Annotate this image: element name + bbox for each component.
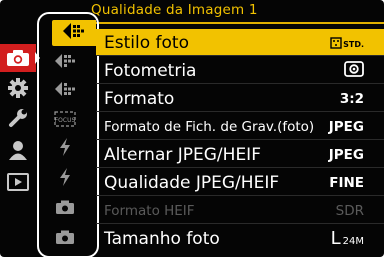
tab-image-quality-1[interactable] bbox=[52, 20, 96, 46]
wrench-icon bbox=[7, 107, 29, 129]
playback-icon bbox=[7, 173, 29, 191]
image-quality-1-icon bbox=[61, 22, 87, 44]
category-setup[interactable] bbox=[0, 104, 36, 132]
category-bar bbox=[0, 44, 40, 214]
menu-item-jpeg-heif-switch[interactable]: Alternar JPEG/HEIF JPEG bbox=[96, 141, 384, 168]
category-custom[interactable] bbox=[0, 74, 36, 102]
category-playback[interactable] bbox=[0, 168, 36, 196]
tab-camera-2[interactable] bbox=[40, 226, 90, 252]
row-separator bbox=[96, 111, 384, 112]
user-icon bbox=[7, 139, 29, 161]
metering-icon bbox=[344, 60, 364, 81]
header-divider bbox=[86, 22, 384, 24]
camera-1-icon bbox=[55, 199, 75, 219]
gear-icon bbox=[7, 77, 29, 99]
camera-menu-screen: Qualidade da Imagem 1 FOCUS Estilo foto … bbox=[0, 0, 384, 257]
menu-item-metering[interactable]: Fotometria bbox=[96, 57, 384, 84]
tab-image-quality-3[interactable] bbox=[40, 78, 90, 104]
image-quality-2-icon bbox=[53, 53, 77, 73]
menu-item-photo-style[interactable]: Estilo foto STD. bbox=[96, 29, 384, 56]
picture-size-value: L 24M bbox=[331, 228, 364, 249]
tab-flash-2[interactable] bbox=[40, 166, 90, 192]
menu-item-value: JPEG bbox=[328, 146, 364, 163]
menu-item-label: Tamanho foto bbox=[104, 228, 220, 249]
menu-item-value: SDR bbox=[335, 202, 364, 219]
image-quality-3-icon bbox=[53, 81, 77, 101]
category-my-menu[interactable] bbox=[0, 136, 36, 164]
focus-tab-label: FOCUS bbox=[55, 117, 76, 124]
tab-camera-1[interactable] bbox=[40, 196, 90, 222]
menu-item-label: Formato bbox=[104, 88, 175, 109]
row-separator bbox=[96, 195, 384, 196]
menu-item-value: 3:2 bbox=[339, 90, 364, 107]
row-separator bbox=[96, 167, 384, 168]
tab-image-quality-2[interactable] bbox=[40, 50, 90, 76]
flash-2-icon bbox=[58, 167, 72, 191]
menu-item-label: Alternar JPEG/HEIF bbox=[104, 144, 261, 165]
flash-1-icon bbox=[58, 137, 72, 161]
menu-item-heif-format: Formato HEIF SDR bbox=[96, 197, 384, 224]
menu-item-picture-size[interactable]: Tamanho foto L 24M bbox=[96, 225, 384, 252]
camera-icon bbox=[6, 49, 30, 67]
menu-item-label: Formato de Fich. de Grav.(foto) bbox=[104, 118, 315, 135]
menu-item-label: Estilo foto bbox=[104, 32, 189, 53]
row-separator bbox=[96, 139, 384, 140]
row-separator bbox=[96, 55, 384, 56]
category-photo[interactable] bbox=[0, 44, 40, 72]
picture-size-megapixels: 24M bbox=[342, 236, 364, 247]
picture-size-letter: L bbox=[330, 228, 341, 249]
menu-item-file-format[interactable]: Formato de Fich. de Grav.(foto) JPEG bbox=[96, 113, 384, 140]
tab-flash-1[interactable] bbox=[40, 136, 90, 162]
menu-item-label: Qualidade JPEG/HEIF bbox=[104, 172, 280, 193]
menu-header-title: Qualidade da Imagem 1 bbox=[91, 2, 258, 18]
focus-icon: FOCUS bbox=[54, 111, 76, 131]
tab-focus[interactable]: FOCUS bbox=[40, 108, 90, 134]
tab-column: FOCUS bbox=[40, 12, 96, 252]
menu-item-label: Fotometria bbox=[104, 60, 197, 81]
menu-item-value: FINE bbox=[329, 174, 364, 191]
menu-item-jpeg-heif-quality[interactable]: Qualidade JPEG/HEIF FINE bbox=[96, 169, 384, 196]
menu-item-label: Formato HEIF bbox=[104, 202, 195, 219]
row-separator bbox=[96, 223, 384, 224]
menu-item-value: JPEG bbox=[328, 118, 364, 135]
photo-style-value: STD. bbox=[343, 39, 364, 49]
row-separator bbox=[96, 83, 384, 84]
menu-item-aspect-ratio[interactable]: Formato 3:2 bbox=[96, 85, 384, 112]
photo-style-icon: STD. bbox=[330, 36, 364, 49]
camera-2-icon bbox=[55, 229, 75, 249]
